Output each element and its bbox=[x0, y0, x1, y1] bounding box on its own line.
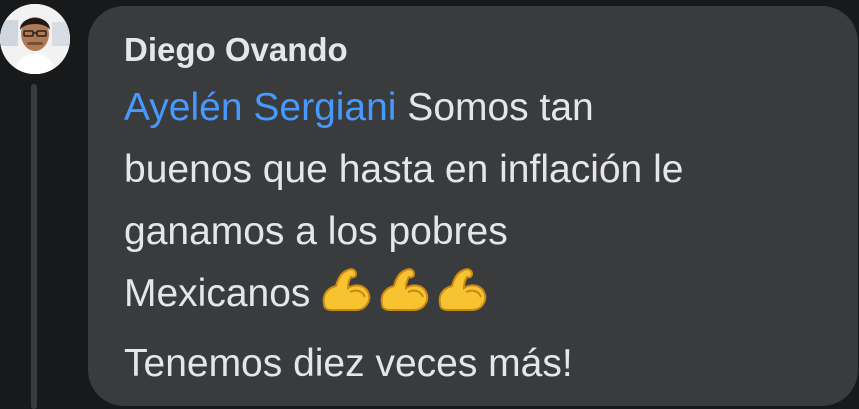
thread-line bbox=[31, 84, 37, 409]
flexed-biceps-icon bbox=[434, 264, 490, 314]
flexed-biceps-icon bbox=[318, 264, 374, 314]
comment-text-segment: Somos tan bbox=[396, 86, 594, 129]
comment-line-2: buenos que hasta en inflación le bbox=[124, 148, 684, 191]
comment-bubble: Diego Ovando Ayelén Sergiani Somos tan b… bbox=[88, 6, 858, 406]
emoji-group bbox=[318, 264, 492, 333]
comment-line-5: Tenemos diez veces más! bbox=[124, 342, 573, 385]
comment-text: Ayelén Sergiani Somos tan buenos que has… bbox=[124, 77, 822, 395]
comment-line-3: ganamos a los pobres bbox=[124, 210, 508, 253]
profile-photo-icon bbox=[0, 4, 70, 74]
comment-line-1: Ayelén Sergiani Somos tan bbox=[124, 77, 822, 139]
avatar[interactable] bbox=[0, 4, 70, 74]
comment-author-name[interactable]: Diego Ovando bbox=[124, 30, 822, 70]
mention-link[interactable]: Ayelén Sergiani bbox=[124, 86, 396, 129]
comment-text-segment: Mexicanos bbox=[124, 272, 311, 315]
flexed-biceps-icon bbox=[376, 264, 432, 314]
comment-line-4: Mexicanos bbox=[124, 263, 822, 333]
